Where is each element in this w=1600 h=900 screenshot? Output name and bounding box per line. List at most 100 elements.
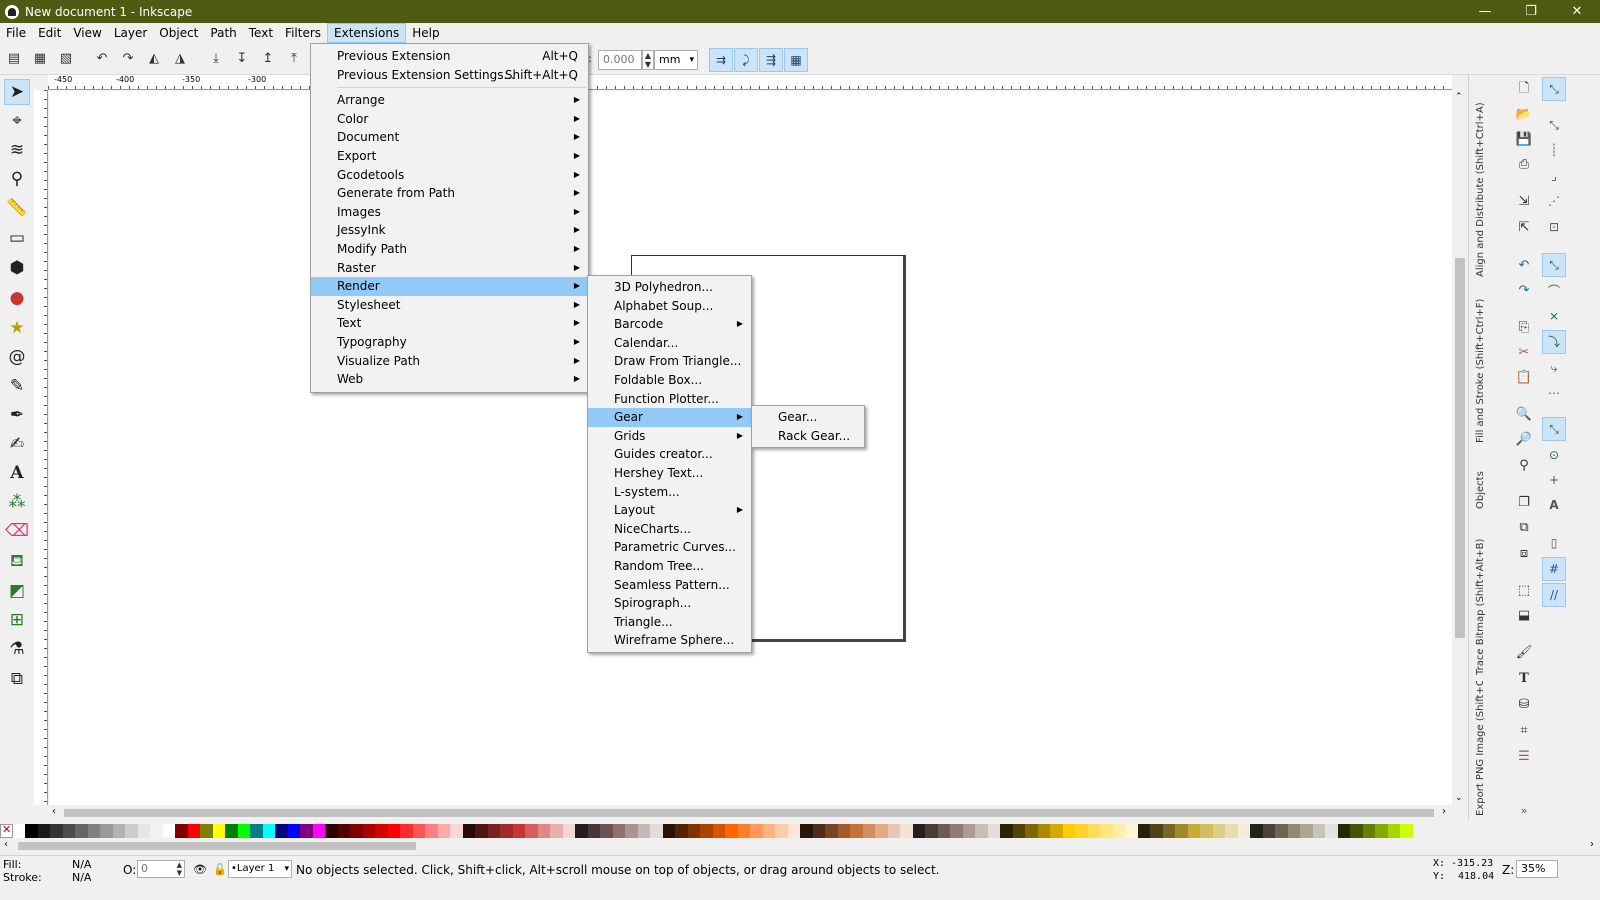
color-swatch[interactable] bbox=[1387, 824, 1400, 838]
menu-item-gcodetools[interactable]: Gcodetools ▶ bbox=[311, 166, 588, 185]
snap-bbox-midpoint-icon[interactable]: ⋰ bbox=[1542, 189, 1566, 213]
color-swatch[interactable] bbox=[462, 824, 475, 838]
scroll-down-icon[interactable]: ⌄ bbox=[1455, 793, 1463, 803]
menu-item-arrange[interactable]: Arrange ▶ bbox=[311, 91, 588, 110]
menu-item-function-plotter[interactable]: Function Plotter... bbox=[588, 390, 751, 409]
color-swatch[interactable] bbox=[1187, 824, 1200, 838]
export-icon[interactable]: ⇱ bbox=[1514, 218, 1534, 238]
snap-cusp-nodes-icon[interactable]: ⤵ bbox=[1542, 330, 1566, 354]
color-swatch[interactable] bbox=[675, 824, 688, 838]
color-swatch[interactable] bbox=[562, 824, 575, 838]
palette-scroll-thumb[interactable] bbox=[18, 842, 416, 850]
layer-lock-icon[interactable]: 🔓 bbox=[213, 863, 227, 876]
color-swatch[interactable] bbox=[850, 824, 863, 838]
menu-item-visualize-path[interactable]: Visualize Path ▶ bbox=[311, 352, 588, 371]
align-distribute-icon[interactable]: ☰ bbox=[1514, 747, 1534, 767]
menu-item-gear[interactable]: Gear... bbox=[752, 408, 864, 427]
color-swatch[interactable] bbox=[362, 824, 375, 838]
scroll-left-icon[interactable]: ‹ bbox=[4, 839, 8, 850]
color-swatch[interactable] bbox=[325, 824, 338, 838]
menu-item-random-tree[interactable]: Random Tree... bbox=[588, 557, 751, 576]
color-swatch[interactable] bbox=[787, 824, 800, 838]
pen-tool-icon[interactable]: ✒ bbox=[4, 402, 30, 428]
color-swatch[interactable] bbox=[25, 824, 38, 838]
gradient-tool-icon[interactable]: ◩ bbox=[4, 578, 30, 604]
color-swatch[interactable] bbox=[500, 824, 513, 838]
vertical-scrollbar[interactable]: ⌃ ⌄ bbox=[1452, 90, 1468, 805]
snap-bbox-corner-icon[interactable]: ⌟ bbox=[1542, 164, 1566, 188]
color-swatch[interactable] bbox=[600, 824, 613, 838]
color-swatch[interactable] bbox=[962, 824, 975, 838]
color-swatch[interactable] bbox=[987, 824, 1000, 838]
snap-line-midpoints-icon[interactable]: ⋯ bbox=[1542, 381, 1566, 405]
color-swatch[interactable] bbox=[837, 824, 850, 838]
color-swatch[interactable] bbox=[412, 824, 425, 838]
dock-tab-export-png[interactable]: Export PNG Image (Shift+Ctrl+E) bbox=[1475, 681, 1493, 816]
color-swatch[interactable] bbox=[150, 824, 163, 838]
menu-item-render[interactable]: Render ▶ bbox=[311, 277, 588, 296]
clone-icon[interactable]: ⧉ bbox=[1514, 518, 1534, 538]
color-swatch[interactable] bbox=[762, 824, 775, 838]
fill-value[interactable]: N/A bbox=[72, 858, 91, 871]
undo-icon[interactable]: ↶ bbox=[1514, 256, 1534, 276]
layer-visibility-icon[interactable]: 👁 bbox=[193, 863, 207, 876]
color-swatch[interactable] bbox=[1200, 824, 1213, 838]
color-swatch[interactable] bbox=[475, 824, 488, 838]
color-swatch[interactable] bbox=[925, 824, 938, 838]
select-all-layers-icon[interactable]: ▦ bbox=[32, 51, 48, 67]
color-swatch[interactable] bbox=[975, 824, 988, 838]
horizontal-scroll-thumb[interactable] bbox=[64, 809, 1434, 817]
color-swatch[interactable] bbox=[625, 824, 638, 838]
menu-item-parametric-curves[interactable]: Parametric Curves... bbox=[588, 538, 751, 557]
menu-item-text[interactable]: Text ▶ bbox=[311, 314, 588, 333]
color-swatch[interactable] bbox=[162, 824, 175, 838]
color-swatch[interactable] bbox=[700, 824, 713, 838]
menu-item-color[interactable]: Color ▶ bbox=[311, 110, 588, 129]
connector-tool-icon[interactable]: ⧉ bbox=[4, 666, 30, 692]
flip-vertical-icon[interactable]: ◮ bbox=[172, 51, 188, 67]
height-spinner[interactable]: ▲ ▼ bbox=[642, 50, 654, 70]
dock-tab-fill-stroke[interactable]: Fill and Stroke (Shift+Ctrl+F) bbox=[1475, 283, 1493, 443]
horizontal-scrollbar[interactable]: ‹ › bbox=[48, 805, 1468, 821]
color-swatch[interactable] bbox=[87, 824, 100, 838]
color-swatch[interactable] bbox=[1112, 824, 1125, 838]
xml-editor-icon[interactable]: ⌗ bbox=[1514, 721, 1534, 741]
snap-grids-icon[interactable]: # bbox=[1542, 557, 1566, 581]
snap-smooth-nodes-icon[interactable]: ⤷ bbox=[1542, 356, 1566, 380]
color-swatch[interactable] bbox=[1150, 824, 1163, 838]
vertical-scroll-thumb[interactable] bbox=[1455, 258, 1465, 638]
color-swatch[interactable] bbox=[400, 824, 413, 838]
raise-to-top-icon[interactable]: ⤒ bbox=[286, 51, 302, 67]
color-swatch[interactable] bbox=[937, 824, 950, 838]
menu-item-3d-polyhedron[interactable]: 3D Polyhedron... bbox=[588, 278, 751, 297]
color-swatch[interactable] bbox=[1050, 824, 1063, 838]
menu-item-generate-from-path[interactable]: Generate from Path ▶ bbox=[311, 184, 588, 203]
color-swatch[interactable] bbox=[1287, 824, 1300, 838]
dock-tab-align-distribute[interactable]: Align and Distribute (Shift+Ctrl+A) bbox=[1475, 77, 1493, 277]
color-swatch[interactable] bbox=[1400, 824, 1413, 838]
zoom-selection-icon[interactable]: 🔍 bbox=[1514, 405, 1534, 425]
menu-layer[interactable]: Layer bbox=[108, 23, 153, 43]
snap-bbox-center-icon[interactable]: ⊡ bbox=[1542, 215, 1566, 239]
color-swatch[interactable] bbox=[287, 824, 300, 838]
color-swatch[interactable] bbox=[425, 824, 438, 838]
paste-icon[interactable]: 📋 bbox=[1514, 368, 1534, 388]
color-swatch[interactable] bbox=[687, 824, 700, 838]
color-swatch[interactable] bbox=[387, 824, 400, 838]
color-swatch[interactable] bbox=[1125, 824, 1138, 838]
color-swatch[interactable] bbox=[1000, 824, 1013, 838]
color-swatch[interactable] bbox=[1350, 824, 1363, 838]
color-swatch[interactable] bbox=[825, 824, 838, 838]
color-swatch[interactable] bbox=[187, 824, 200, 838]
menu-item-hershey-text[interactable]: Hershey Text... bbox=[588, 464, 751, 483]
color-swatch[interactable] bbox=[487, 824, 500, 838]
color-swatch[interactable] bbox=[1312, 824, 1325, 838]
color-swatch[interactable] bbox=[200, 824, 213, 838]
color-swatch[interactable] bbox=[275, 824, 288, 838]
color-swatch[interactable] bbox=[650, 824, 663, 838]
color-swatch[interactable] bbox=[137, 824, 150, 838]
color-swatch[interactable] bbox=[1262, 824, 1275, 838]
snap-toggle-icon[interactable]: ⤡ bbox=[1542, 77, 1566, 101]
color-palette[interactable]: ✕ bbox=[0, 824, 1600, 838]
ellipse-tool-icon[interactable]: ● bbox=[4, 285, 30, 311]
